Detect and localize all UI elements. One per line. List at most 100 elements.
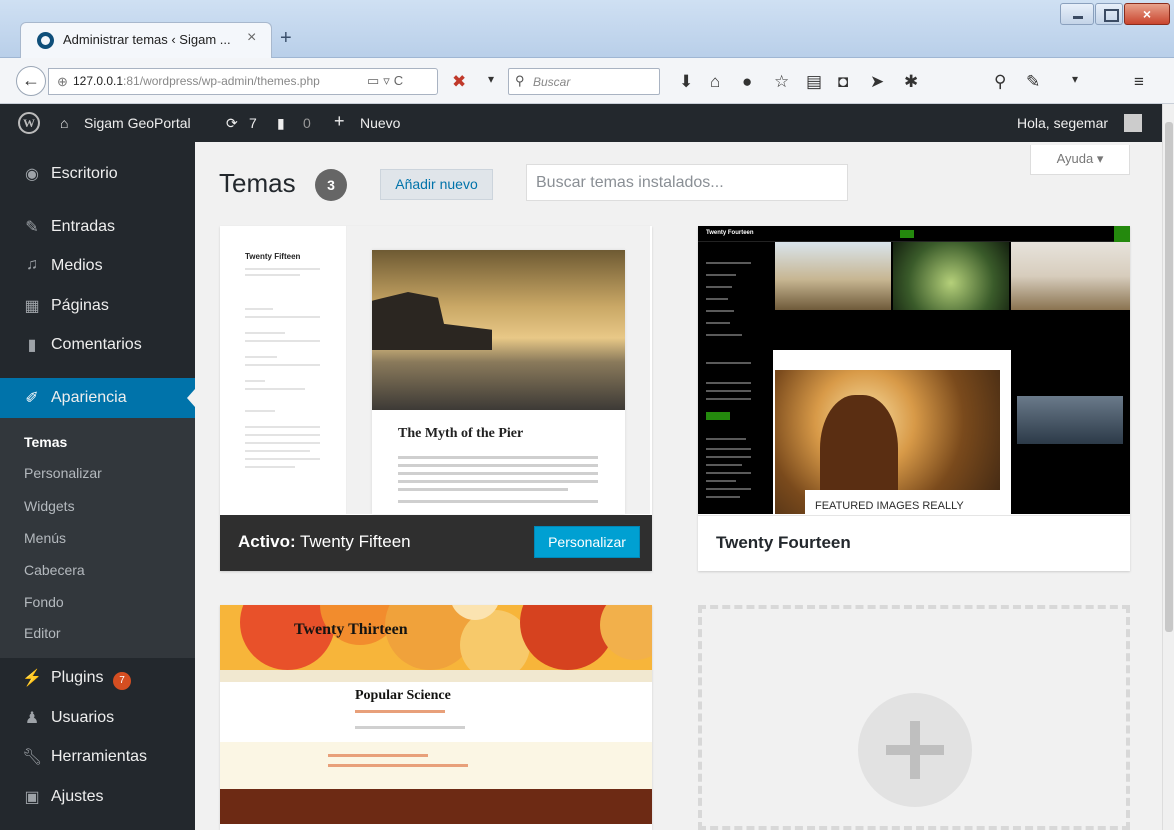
comment-icon[interactable]: ▮ (277, 115, 285, 132)
submenu-editor[interactable]: Editor (24, 625, 61, 641)
plugins-update-badge: 7 (113, 672, 131, 690)
submenu-cabecera[interactable]: Cabecera (24, 562, 85, 578)
submenu-widgets[interactable]: Widgets (24, 498, 75, 514)
window-close-button[interactable]: × (1124, 3, 1170, 25)
preview-footer (220, 789, 652, 824)
site-name-link[interactable]: Sigam GeoPortal (84, 115, 191, 131)
comments-count: 0 (303, 115, 311, 131)
theme-screenshot-content: The Myth of the Pier (347, 226, 650, 514)
submenu-menus[interactable]: Menús (24, 530, 66, 546)
blocked-addon-icon[interactable]: ✖ (452, 72, 466, 92)
browser-navigation-bar: ← ⊕ 127.0.0.1:81/wordpress/wp-admin/them… (0, 58, 1174, 104)
tab-close-icon[interactable]: × (247, 29, 256, 47)
sidebar-item-herramientas[interactable]: 🔧︎ Herramientas (0, 739, 195, 775)
addon-dropdown-icon[interactable]: ▾ (488, 72, 494, 86)
developer-tools-icon[interactable]: ✎ (1026, 72, 1040, 92)
theme-screenshot-sidebar: Twenty Fifteen (220, 226, 347, 514)
magnifier-icon[interactable]: ⚲ (994, 72, 1006, 92)
wordpress-favicon-icon (37, 32, 54, 49)
bookmark-star-icon[interactable]: ☆ (774, 72, 789, 92)
hamburger-menu-icon[interactable]: ≡ (1134, 72, 1144, 92)
help-tab-button[interactable]: Ayuda ▾ (1030, 145, 1130, 175)
tools-dropdown-icon[interactable]: ▾ (1072, 72, 1078, 86)
theme-screenshot-sidebar (698, 242, 773, 514)
back-button[interactable]: ← (16, 66, 46, 96)
sidebar-item-paginas[interactable]: ▦ Páginas (0, 288, 195, 324)
avatar[interactable] (1124, 114, 1142, 132)
preview-image-pier (1011, 242, 1130, 310)
sidebar-item-usuarios[interactable]: ♟ Usuarios (0, 700, 195, 736)
new-tab-button[interactable]: + (280, 27, 292, 50)
add-new-theme-card[interactable] (698, 605, 1130, 830)
theme-search-input[interactable]: Buscar temas instalados... (526, 164, 848, 201)
theme-name: Twenty Fourteen (716, 533, 851, 552)
pages-icon: ▦ (24, 298, 40, 315)
sidebar-item-label: Plugins (51, 669, 104, 686)
wordpress-logo-icon[interactable]: W (18, 112, 40, 134)
clipboard-icon[interactable]: ▤ (806, 72, 822, 92)
theme-count-badge: 3 (315, 169, 347, 201)
sidebar-item-comentarios[interactable]: ▮ Comentarios (0, 327, 195, 363)
wp-admin-bar: W ⌂ Sigam GeoPortal ⟳ 7 ▮ 0 + Nuevo Hola… (0, 104, 1162, 142)
sidebar-item-entradas[interactable]: ✎ Entradas (0, 209, 195, 245)
sidebar-item-escritorio[interactable]: ◉ Escritorio (0, 156, 195, 192)
theme-card-twenty-thirteen[interactable]: Twenty Thirteen Popular Science (220, 605, 652, 830)
home-icon[interactable]: ⌂ (710, 72, 720, 92)
url-text: 127.0.0.1:81/wordpress/wp-admin/themes.p… (73, 74, 320, 88)
sidebar-item-label: Herramientas (51, 748, 148, 765)
sidebar-item-ajustes[interactable]: ▣ Ajustes (0, 779, 195, 815)
submenu-personalizar[interactable]: Personalizar (24, 465, 102, 481)
featured-image: FEATURED IMAGES REALLY (775, 370, 1000, 514)
submenu-temas[interactable]: Temas (24, 434, 67, 450)
new-content-link[interactable]: Nuevo (360, 115, 400, 131)
theme-card-twenty-fifteen[interactable]: Twenty Fifteen The Myth of the Pier Acti… (220, 226, 652, 571)
address-bar[interactable]: ⊕ 127.0.0.1:81/wordpress/wp-admin/themes… (48, 68, 438, 95)
main-content: Ayuda ▾ Temas 3 Añadir nuevo Buscar tema… (195, 142, 1162, 830)
browser-tab-strip: Administrar temas ‹ Sigam ... × + × (0, 0, 1174, 58)
sidebar-item-label: Apariencia (51, 389, 127, 406)
admin-sidebar: ◉ Escritorio ✎ Entradas ♫ Medios ▦ Págin… (0, 142, 195, 830)
sidebar-item-label: Entradas (51, 218, 116, 235)
send-icon[interactable]: ➤ (870, 72, 884, 92)
sidebar-item-label: Escritorio (51, 165, 118, 182)
sidebar-item-plugins[interactable]: ⚡ Plugins 7 (0, 660, 195, 696)
download-icon[interactable]: ⬇ (679, 72, 693, 92)
updates-icon[interactable]: ⟳ (226, 115, 238, 132)
brush-icon: ✐ (25, 390, 39, 407)
preview-search-icon (1114, 226, 1130, 242)
account-greeting[interactable]: Hola, segemar (1017, 115, 1108, 131)
preview-post: Popular Science (220, 682, 652, 742)
updates-count: 7 (249, 115, 257, 131)
theme-screenshot-content: FEATURED IMAGES REALLY (773, 350, 1130, 514)
pier-silhouette (372, 292, 492, 350)
chat-icon[interactable]: ● (742, 72, 752, 92)
featured-caption: FEATURED IMAGES REALLY (805, 490, 1000, 514)
browser-search-box[interactable]: ⚲ Buscar (508, 68, 660, 95)
comment-icon: ▮ (27, 337, 37, 354)
window-maximize-button[interactable] (1095, 3, 1123, 25)
tab-title: Administrar temas ‹ Sigam ... (63, 32, 231, 47)
sidebar-item-apariencia[interactable]: ✐ Apariencia (0, 378, 195, 418)
page-scrollbar[interactable] (1162, 104, 1174, 830)
customize-button[interactable]: Personalizar (534, 526, 640, 558)
reader-view-icon[interactable]: ▭▿C (367, 73, 407, 89)
scrollbar-thumb[interactable] (1165, 122, 1173, 632)
preview-cream-section (220, 742, 652, 789)
video-widget (1011, 350, 1130, 514)
submenu-fondo[interactable]: Fondo (24, 594, 64, 610)
theme-card-twenty-fourteen[interactable]: Twenty Fourteen FEATURED IMAGES REALLY T… (698, 226, 1130, 571)
plus-icon[interactable]: + (334, 111, 345, 132)
window-minimize-button[interactable] (1060, 3, 1094, 25)
settings-icon: ▣ (24, 789, 40, 806)
add-new-theme-button[interactable]: Añadir nuevo (380, 169, 493, 200)
active-theme-name: Activo: Twenty Fifteen (238, 532, 411, 551)
sidebar-item-medios[interactable]: ♫ Medios (0, 248, 195, 284)
extension-icon[interactable]: ✱ (904, 72, 918, 92)
media-icon: ♫ (26, 256, 38, 273)
plus-icon (858, 693, 972, 807)
browser-tab[interactable]: Administrar temas ‹ Sigam ... × (20, 22, 272, 58)
sidebar-item-label: Comentarios (51, 336, 142, 353)
pocket-icon[interactable]: ◘ (838, 72, 848, 92)
preview-site-title: Twenty Fifteen (245, 252, 301, 261)
site-info-icon[interactable]: ⊕ (57, 74, 68, 90)
